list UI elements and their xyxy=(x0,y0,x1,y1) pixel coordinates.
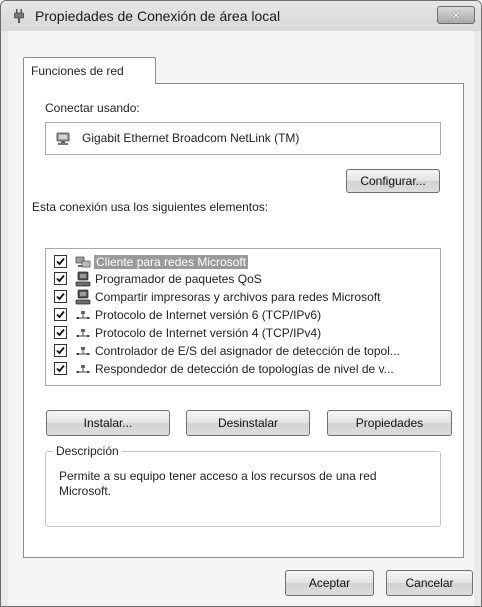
list-item[interactable]: Programador de paquetes QoS xyxy=(46,270,438,288)
protocol-icon xyxy=(76,311,90,319)
items-label: Esta conexión usa los siguientes element… xyxy=(32,200,269,214)
properties-window: Propiedades de Conexión de área local ✕ … xyxy=(0,0,482,607)
components-list[interactable]: Cliente para redes Microsoft Programador… xyxy=(45,248,441,386)
close-button[interactable]: ✕ xyxy=(437,6,475,24)
list-item[interactable]: Protocolo de Internet versión 4 (TCP/IPv… xyxy=(46,324,438,342)
item-label: Compartir impresoras y archivos para red… xyxy=(95,290,381,304)
checkbox[interactable] xyxy=(54,290,67,303)
computer-service-icon xyxy=(75,289,91,305)
item-label: Protocolo de Internet versión 6 (TCP/IPv… xyxy=(95,308,322,322)
network-adapter-icon xyxy=(56,132,70,145)
network-client-icon xyxy=(75,256,91,268)
checkmark-icon xyxy=(56,274,65,283)
title-bar[interactable]: Propiedades de Conexión de área local ✕ xyxy=(1,1,481,31)
install-button[interactable]: Instalar... xyxy=(46,410,170,436)
adapter-name: Gigabit Ethernet Broadcom NetLink (TM) xyxy=(82,131,300,145)
description-text: Permite a su equipo tener acceso a los r… xyxy=(59,469,377,498)
checkmark-icon xyxy=(56,257,65,266)
computer-service-icon xyxy=(75,271,91,287)
properties-button[interactable]: Propiedades xyxy=(327,410,452,436)
checkbox[interactable] xyxy=(54,255,67,268)
checkmark-icon xyxy=(56,328,65,337)
protocol-icon xyxy=(76,365,90,373)
checkbox[interactable] xyxy=(54,362,67,375)
list-item[interactable]: Controlador de E/S del asignador de dete… xyxy=(46,342,438,360)
uninstall-button[interactable]: Desinstalar xyxy=(186,410,310,436)
close-icon: ✕ xyxy=(451,9,461,22)
protocol-icon xyxy=(76,347,90,355)
item-label: Cliente para redes Microsoft xyxy=(94,255,249,269)
item-label: Programador de paquetes QoS xyxy=(95,272,262,286)
connect-using-label: Conectar usando: xyxy=(45,101,140,115)
tab-networking[interactable]: Funciones de red xyxy=(23,57,156,84)
cancel-button[interactable]: Cancelar xyxy=(386,570,473,596)
network-plug-icon xyxy=(14,9,24,23)
checkmark-icon xyxy=(56,310,65,319)
protocol-icon xyxy=(76,329,90,337)
item-label: Protocolo de Internet versión 4 (TCP/IPv… xyxy=(95,326,322,340)
checkbox[interactable] xyxy=(54,272,67,285)
adapter-field[interactable]: Gigabit Ethernet Broadcom NetLink (TM) xyxy=(45,122,441,155)
item-label: Respondedor de detección de topologías d… xyxy=(95,362,394,376)
checkmark-icon xyxy=(56,292,65,301)
checkbox[interactable] xyxy=(54,308,67,321)
description-legend: Descripción xyxy=(53,444,122,458)
window-title: Propiedades de Conexión de área local xyxy=(35,8,281,24)
configure-button[interactable]: Configurar... xyxy=(346,169,440,193)
list-item[interactable]: Cliente para redes Microsoft xyxy=(46,253,438,271)
checkbox[interactable] xyxy=(54,344,67,357)
list-item[interactable]: Respondedor de detección de topologías d… xyxy=(46,360,438,378)
item-label: Controlador de E/S del asignador de dete… xyxy=(95,344,400,358)
list-item[interactable]: Compartir impresoras y archivos para red… xyxy=(46,288,438,306)
ok-button[interactable]: Aceptar xyxy=(285,570,374,596)
checkmark-icon xyxy=(56,364,65,373)
checkbox[interactable] xyxy=(54,326,67,339)
list-item[interactable]: Protocolo de Internet versión 6 (TCP/IPv… xyxy=(46,306,438,324)
checkmark-icon xyxy=(56,346,65,355)
